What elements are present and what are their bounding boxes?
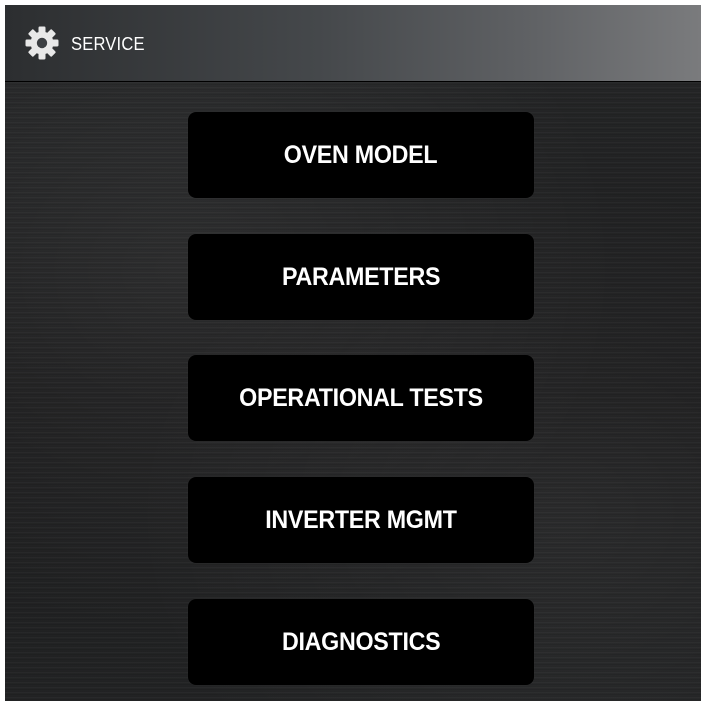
inverter-mgmt-button-label: INVERTER MGMT bbox=[265, 505, 457, 534]
operational-tests-button[interactable]: OPERATIONAL TESTS bbox=[188, 355, 534, 441]
header-bar: SERVICE bbox=[5, 5, 701, 82]
page-title: SERVICE bbox=[71, 34, 145, 54]
diagnostics-button[interactable]: DIAGNOSTICS bbox=[188, 599, 534, 685]
operational-tests-button-label: OPERATIONAL TESTS bbox=[239, 383, 483, 412]
oven-model-button-label: OVEN MODEL bbox=[284, 140, 438, 169]
diagnostics-button-label: DIAGNOSTICS bbox=[281, 627, 441, 656]
menu-area: OVEN MODEL PARAMETERS OPERATIONAL TESTS … bbox=[5, 82, 701, 701]
oven-model-button[interactable]: OVEN MODEL bbox=[188, 112, 534, 198]
inverter-mgmt-button[interactable]: INVERTER MGMT bbox=[188, 477, 534, 563]
service-screen: SERVICE OVEN MODEL PARAMETERS OPERATIONA… bbox=[5, 5, 701, 701]
parameters-button-label: PARAMETERS bbox=[281, 262, 441, 291]
parameters-button[interactable]: PARAMETERS bbox=[188, 234, 534, 320]
gear-icon bbox=[25, 26, 59, 60]
